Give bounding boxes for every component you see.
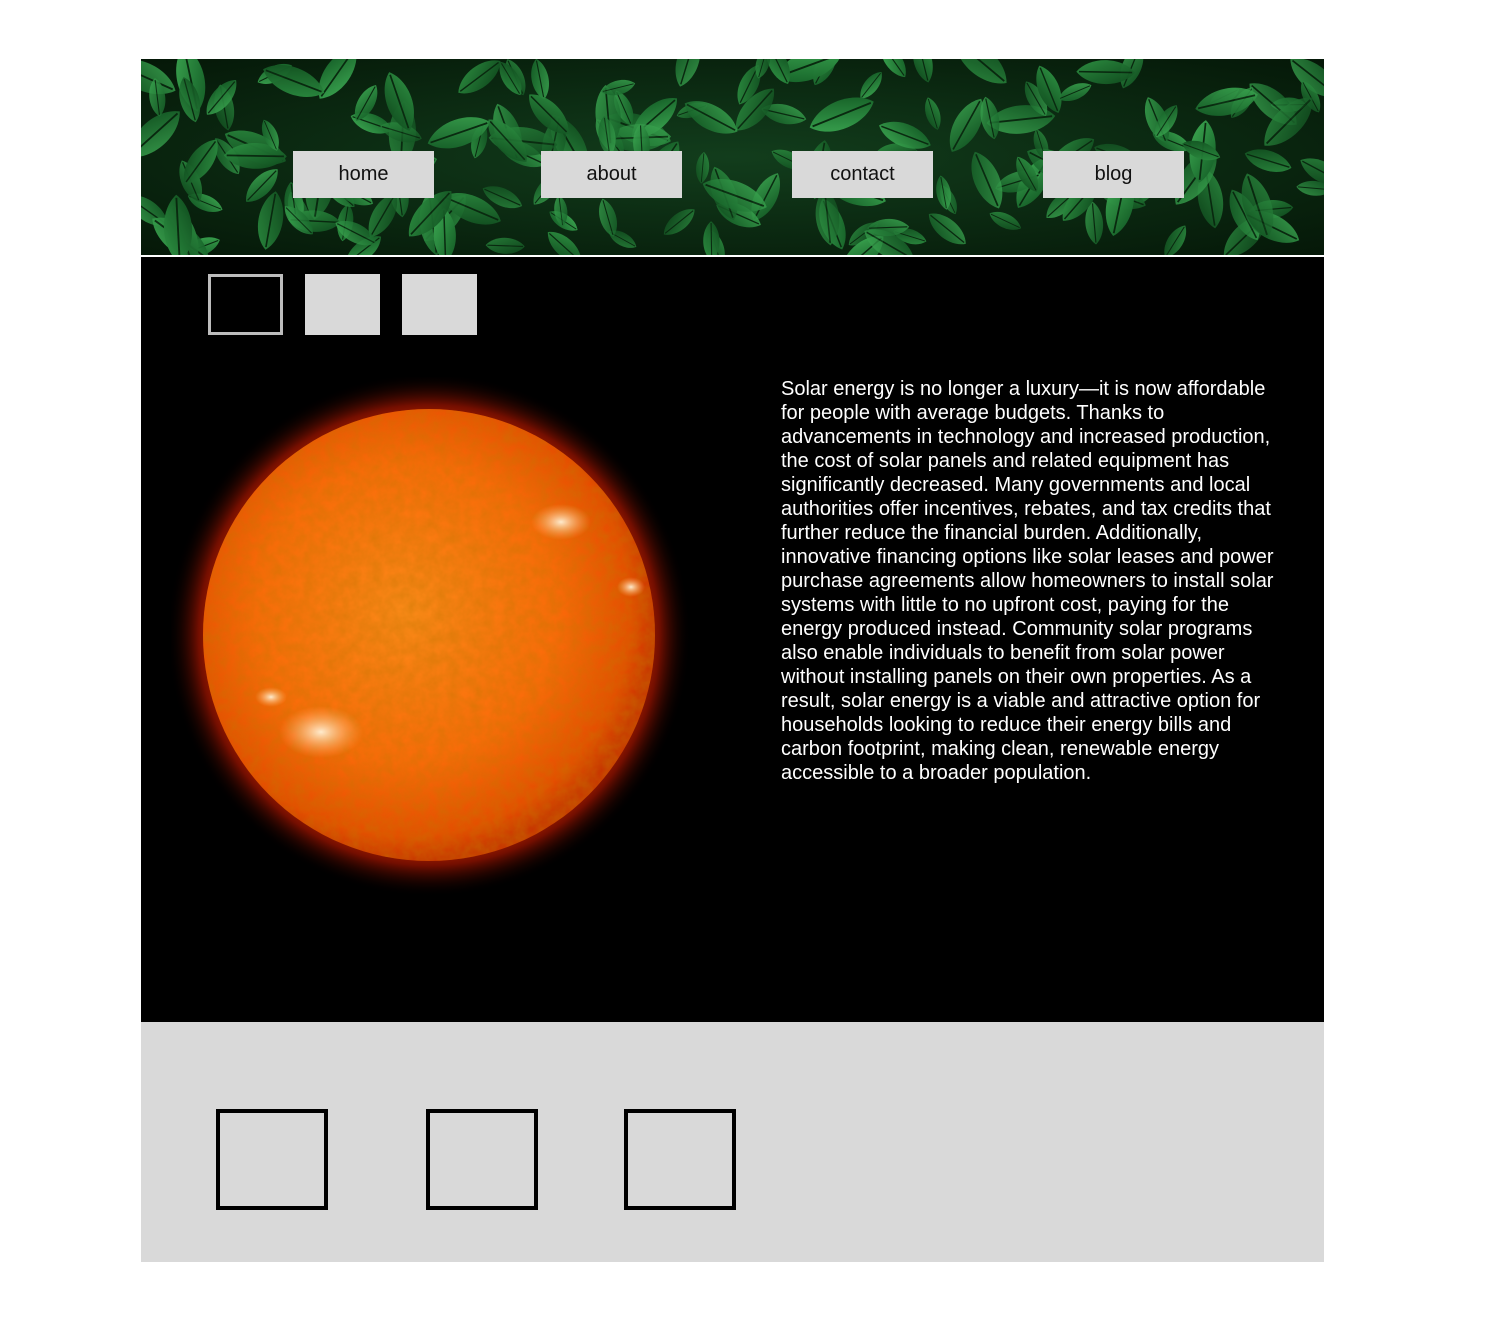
nav-home-button[interactable]: home [293,151,434,198]
thumbnail[interactable] [305,274,380,335]
header: home about contact blog [141,59,1324,255]
nav-about-button[interactable]: about [541,151,682,198]
nav-contact-button[interactable]: contact [792,151,933,198]
nav-blog-button[interactable]: blog [1043,151,1184,198]
main-section: Solar energy is no longer a luxury—it is… [141,257,1324,1022]
thumbnail-selected[interactable] [208,274,283,335]
footer-box[interactable] [426,1109,538,1210]
body-paragraph: Solar energy is no longer a luxury—it is… [781,378,1274,784]
page: home about contact blog Solar energy is … [141,59,1324,1262]
footer [141,1022,1324,1262]
footer-box[interactable] [624,1109,736,1210]
thumbnail[interactable] [402,274,477,335]
footer-box[interactable] [216,1109,328,1210]
sun-image [171,377,691,897]
